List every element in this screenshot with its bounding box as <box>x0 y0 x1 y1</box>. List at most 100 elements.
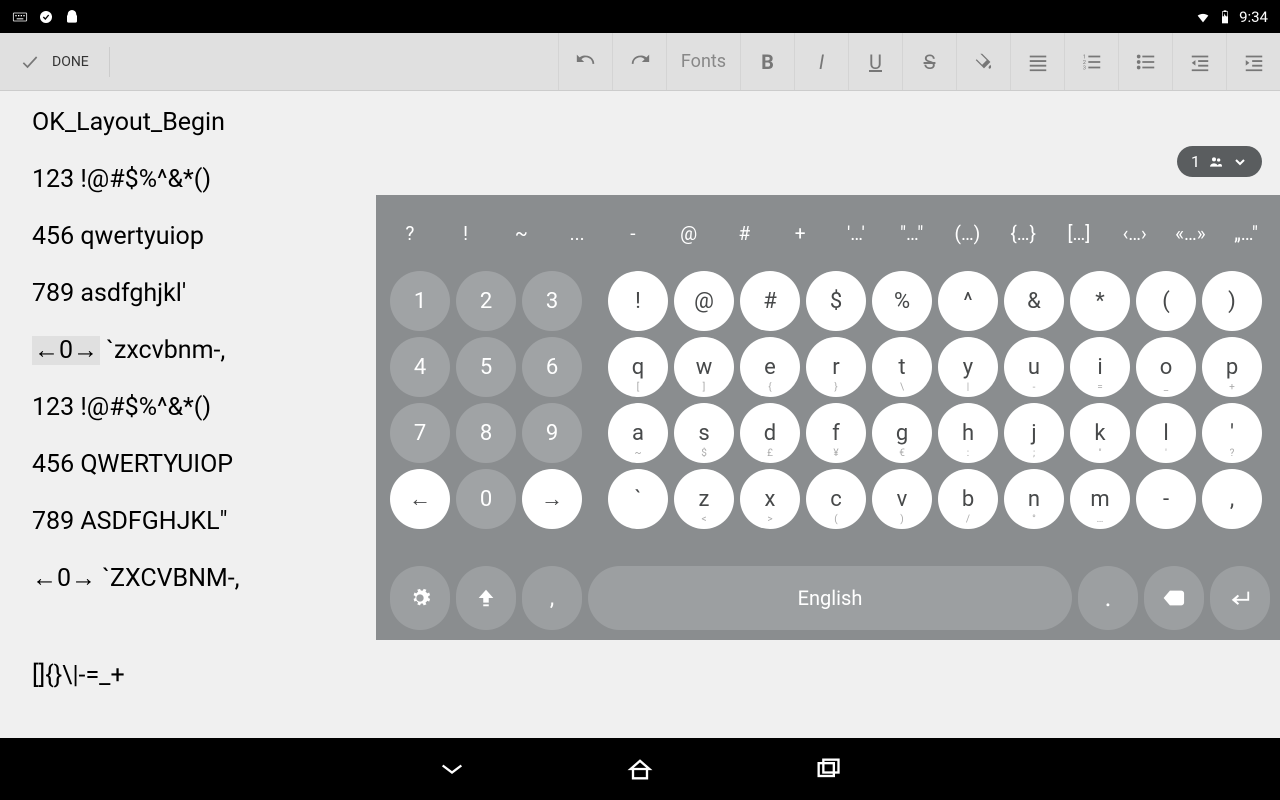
back-icon[interactable] <box>438 755 466 783</box>
arrow-left-key[interactable]: ← <box>390 469 450 529</box>
key-^[interactable]: ^ <box>938 271 998 331</box>
key-*[interactable]: * <box>1070 271 1130 331</box>
key-g[interactable]: g€ <box>872 403 932 463</box>
suggestion-item[interactable]: - <box>605 222 661 245</box>
key-v[interactable]: v) <box>872 469 932 529</box>
suggestion-item[interactable]: + <box>772 222 828 245</box>
outdent-button[interactable] <box>1172 33 1226 90</box>
key-i[interactable]: i= <box>1070 337 1130 397</box>
keyboard-settings-key[interactable] <box>390 566 450 630</box>
key-k[interactable]: k" <box>1070 403 1130 463</box>
key-`[interactable]: ` <box>608 469 668 529</box>
home-icon[interactable] <box>626 755 654 783</box>
key-p[interactable]: p+ <box>1202 337 1262 397</box>
key-#[interactable]: # <box>740 271 800 331</box>
key-w[interactable]: w] <box>674 337 734 397</box>
key-q[interactable]: q[ <box>608 337 668 397</box>
indent-button[interactable] <box>1226 33 1280 90</box>
suggestion-item[interactable]: ! <box>438 222 494 245</box>
key-![interactable]: ! <box>608 271 668 331</box>
numpad-key-4[interactable]: 4 <box>390 337 450 397</box>
numpad-key-7[interactable]: 7 <box>390 403 450 463</box>
numpad-key-0[interactable]: 0 <box>456 469 516 529</box>
done-button[interactable]: DONE <box>0 33 109 90</box>
editor-line: 123 !@#$%^&*() <box>32 162 1248 197</box>
key-t[interactable]: t\ <box>872 337 932 397</box>
comma-key[interactable]: , <box>522 566 582 630</box>
suggestion-row: ?!~...-@#+'…'"…"(…){…}[…]‹…›«…»„…" <box>376 195 1280 271</box>
key-h[interactable]: h: <box>938 403 998 463</box>
key-l[interactable]: l' <box>1136 403 1196 463</box>
bullet-list-button[interactable] <box>1118 33 1172 90</box>
key-j[interactable]: j; <box>1004 403 1064 463</box>
suggestion-item[interactable]: "…" <box>884 222 940 245</box>
numpad-key-3[interactable]: 3 <box>522 271 582 331</box>
numbered-list-button[interactable]: 123 <box>1064 33 1118 90</box>
suggestion-item[interactable]: (…) <box>940 222 996 245</box>
key-)[interactable]: ) <box>1202 271 1262 331</box>
bold-button[interactable]: B <box>740 33 794 90</box>
key-f[interactable]: f¥ <box>806 403 866 463</box>
key-$[interactable]: $ <box>806 271 866 331</box>
suggestion-item[interactable]: ~ <box>494 222 550 245</box>
strikethrough-button[interactable]: S <box>902 33 956 90</box>
numpad-key-9[interactable]: 9 <box>522 403 582 463</box>
check-icon <box>20 52 40 72</box>
key-c[interactable]: c( <box>806 469 866 529</box>
backspace-key[interactable] <box>1144 566 1204 630</box>
numpad-key-5[interactable]: 5 <box>456 337 516 397</box>
key-&[interactable]: & <box>1004 271 1064 331</box>
suggestion-item[interactable]: […] <box>1051 222 1107 245</box>
underline-button[interactable]: U <box>848 33 902 90</box>
key-,[interactable]: , <box>1202 469 1262 529</box>
suggestion-item[interactable]: ... <box>549 222 605 245</box>
key-s[interactable]: s$ <box>674 403 734 463</box>
numpad-key-8[interactable]: 8 <box>456 403 516 463</box>
numpad-key-6[interactable]: 6 <box>522 337 582 397</box>
key-e[interactable]: e{ <box>740 337 800 397</box>
indent-icon <box>1243 51 1265 73</box>
key-([interactable]: ( <box>1136 271 1196 331</box>
key-u[interactable]: u- <box>1004 337 1064 397</box>
enter-key[interactable] <box>1210 566 1270 630</box>
fonts-button[interactable]: Fonts <box>666 33 740 90</box>
key-r[interactable]: r} <box>806 337 866 397</box>
suggestion-item[interactable]: ? <box>382 222 438 245</box>
key-d[interactable]: d£ <box>740 403 800 463</box>
key-m[interactable]: m… <box>1070 469 1130 529</box>
navigation-bar <box>0 738 1280 800</box>
numpad-key-2[interactable]: 2 <box>456 271 516 331</box>
key-z[interactable]: z< <box>674 469 734 529</box>
key-a[interactable]: a~ <box>608 403 668 463</box>
undo-button[interactable] <box>558 33 612 90</box>
suggestion-item[interactable]: @ <box>661 222 717 245</box>
suggestion-item[interactable]: ‹…› <box>1107 222 1163 245</box>
key-n[interactable]: n° <box>1004 469 1064 529</box>
suggestion-item[interactable]: „…" <box>1218 222 1274 245</box>
shift-key[interactable] <box>456 566 516 630</box>
spacebar[interactable]: English <box>588 566 1072 630</box>
suggestion-item[interactable]: {…} <box>995 222 1051 245</box>
align-button[interactable] <box>1010 33 1064 90</box>
key-'[interactable]: '? <box>1202 403 1262 463</box>
suggestion-item[interactable]: # <box>717 222 773 245</box>
suggestion-item[interactable]: «…» <box>1163 222 1219 245</box>
key-y[interactable]: y| <box>938 337 998 397</box>
suggestion-item[interactable]: '…' <box>828 222 884 245</box>
key-x[interactable]: x> <box>740 469 800 529</box>
key-@[interactable]: @ <box>674 271 734 331</box>
redo-button[interactable] <box>612 33 666 90</box>
collaborator-pill[interactable]: 1 <box>1177 146 1262 177</box>
italic-button[interactable]: I <box>794 33 848 90</box>
key-%[interactable]: % <box>872 271 932 331</box>
key-b[interactable]: b/ <box>938 469 998 529</box>
key-o[interactable]: o_ <box>1136 337 1196 397</box>
key--[interactable]: - <box>1136 469 1196 529</box>
numpad-key-1[interactable]: 1 <box>390 271 450 331</box>
recent-apps-icon[interactable] <box>814 755 842 783</box>
fill-color-button[interactable] <box>956 33 1010 90</box>
arrow-right-key[interactable]: → <box>522 469 582 529</box>
period-key[interactable]: . <box>1078 566 1138 630</box>
editor-toolbar: DONE Fonts B I U S 123 <box>0 33 1280 91</box>
qwerty-area: !@#$%^&*() q[w]e{r}t\y|u-i=o_p+ a~s$d£f¥g€… <box>608 271 1262 529</box>
